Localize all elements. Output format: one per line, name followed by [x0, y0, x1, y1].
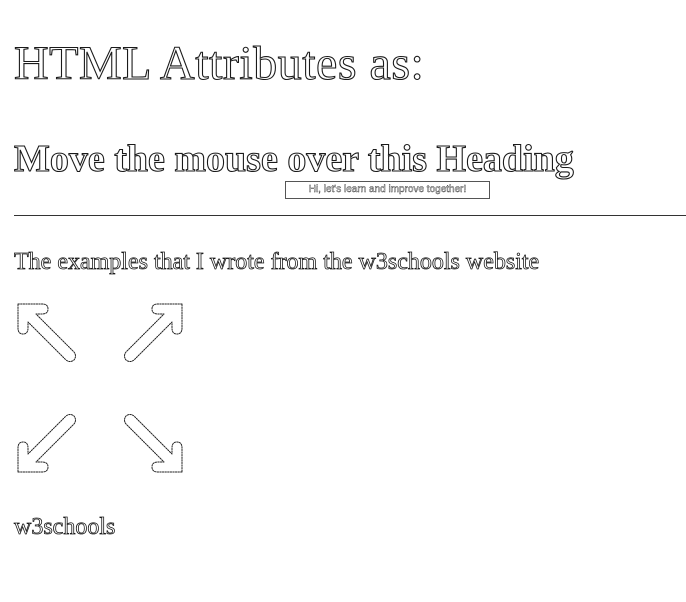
- page-title: HTML Attributes as:: [13, 36, 425, 90]
- heading-tooltip: Hi, let's learn and improve together!: [285, 181, 490, 199]
- intro-paragraph: The examples that I wrote from the w3sch…: [14, 249, 540, 276]
- arrow-up-right-icon[interactable]: [122, 300, 186, 364]
- arrow-down-right-icon[interactable]: [122, 412, 186, 476]
- horizontal-rule: [14, 215, 686, 216]
- arrow-down-left-icon[interactable]: [14, 412, 78, 476]
- arrow-up-left-icon[interactable]: [14, 300, 78, 364]
- hover-heading[interactable]: Move the mouse over this Heading: [13, 136, 574, 182]
- w3schools-link[interactable]: w3schools: [14, 512, 116, 542]
